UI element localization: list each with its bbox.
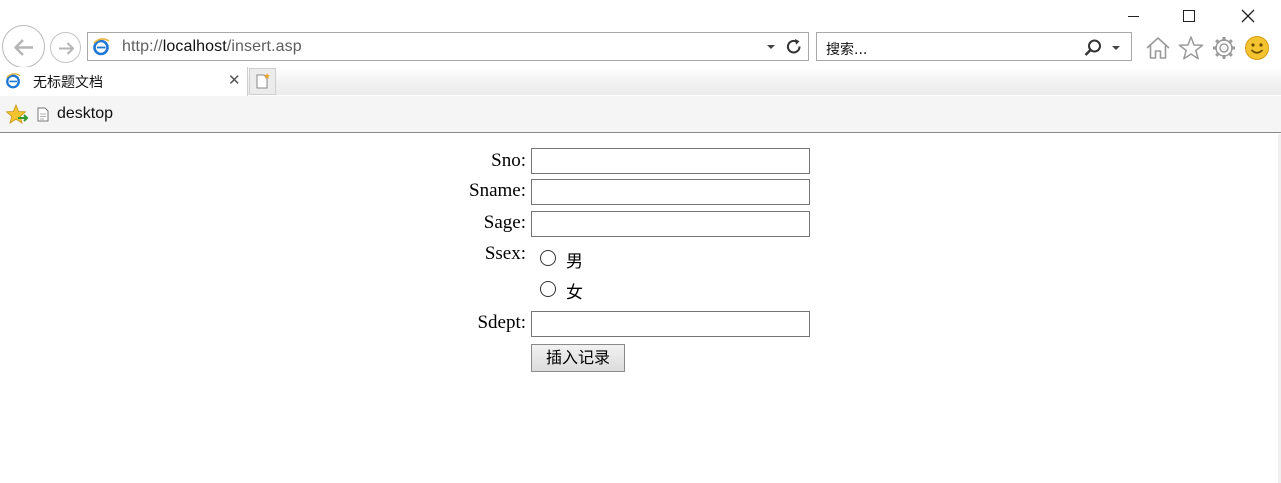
- sage-input[interactable]: [531, 211, 810, 237]
- insert-record-button[interactable]: 插入记录: [531, 344, 625, 372]
- maximize-button[interactable]: [1160, 0, 1218, 32]
- sno-input[interactable]: [531, 148, 810, 174]
- arrow-left-icon: [14, 39, 33, 56]
- ie-logo-icon: [93, 38, 110, 56]
- search-placeholder: 搜索...: [826, 42, 868, 58]
- back-button[interactable]: [2, 25, 45, 68]
- tab-title: 无标题文档: [33, 75, 103, 91]
- tab-active[interactable]: 无标题文档 ✕: [0, 67, 248, 96]
- minimize-icon: [1127, 15, 1139, 17]
- close-window-button[interactable]: [1219, 0, 1277, 32]
- sname-label: Sname:: [469, 180, 526, 201]
- ie-logo-icon: [6, 73, 21, 89]
- smiley-feedback-icon[interactable]: [1243, 34, 1271, 62]
- close-icon: [1241, 9, 1255, 23]
- sex-radio-male[interactable]: [540, 250, 556, 266]
- sex-option-female: 女: [566, 283, 583, 303]
- gear-icon[interactable]: [1210, 34, 1238, 62]
- new-tab-icon: [256, 73, 270, 89]
- favorite-link-desktop[interactable]: desktop: [57, 105, 113, 123]
- chevron-down-icon[interactable]: [764, 40, 778, 54]
- forward-button[interactable]: [50, 32, 81, 63]
- sno-label: Sno:: [491, 150, 526, 171]
- new-tab-button[interactable]: [249, 68, 276, 95]
- search-box[interactable]: 搜索...: [816, 32, 1132, 61]
- sname-input[interactable]: [531, 179, 810, 205]
- add-favorite-icon[interactable]: [5, 103, 29, 127]
- home-icon[interactable]: [1144, 34, 1172, 62]
- favorites-star-icon[interactable]: [1177, 34, 1205, 62]
- sdept-label: Sdept:: [477, 312, 526, 333]
- url-text: http://localhost/insert.asp: [122, 38, 302, 55]
- tab-close-icon[interactable]: ✕: [228, 72, 241, 88]
- sex-option-male: 男: [566, 252, 583, 272]
- arrow-right-icon: [59, 42, 74, 55]
- ssex-label: Ssex:: [484, 243, 526, 264]
- chevron-down-icon[interactable]: [1109, 41, 1123, 55]
- sage-label: Sage:: [483, 212, 526, 233]
- address-bar[interactable]: http://localhost/insert.asp: [87, 32, 809, 61]
- page-icon: [37, 107, 49, 122]
- sex-radio-female[interactable]: [540, 281, 556, 297]
- favorites-bar: desktop: [0, 96, 1281, 133]
- search-icon[interactable]: [1083, 38, 1103, 58]
- refresh-icon[interactable]: [785, 38, 803, 56]
- sdept-input[interactable]: [531, 311, 810, 337]
- maximize-icon: [1183, 10, 1195, 22]
- minimize-button[interactable]: [1104, 0, 1162, 32]
